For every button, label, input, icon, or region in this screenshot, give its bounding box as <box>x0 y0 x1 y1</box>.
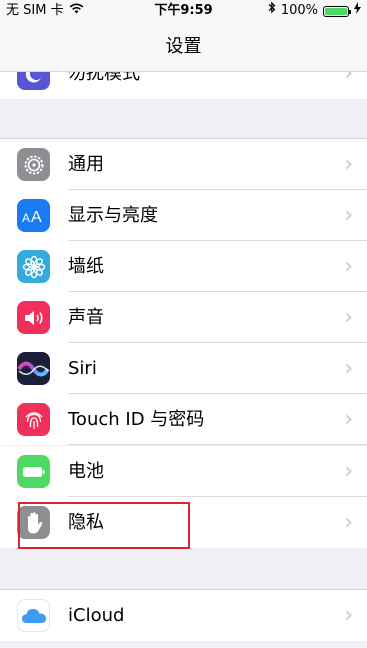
row-label-sounds: 声音 <box>68 307 104 328</box>
charging-icon <box>354 0 361 22</box>
chevron-right-icon: › <box>344 254 353 279</box>
row-divider <box>68 444 367 445</box>
gear-icon <box>17 148 50 181</box>
chevron-right-icon: › <box>344 459 353 484</box>
row-label-siri: Siri <box>68 358 97 379</box>
speaker-icon <box>17 301 50 334</box>
settings-row-touch-id-passcode[interactable]: Touch ID 与密码 › <box>0 394 367 445</box>
chevron-right-icon: › <box>344 305 353 330</box>
chevron-right-icon: › <box>344 603 353 628</box>
settings-row-siri[interactable]: Siri › <box>0 343 367 394</box>
status-right: 100% <box>268 0 361 22</box>
page-title-overlay: 设置 <box>165 36 202 57</box>
siri-icon <box>17 352 50 385</box>
settings-row-battery[interactable]: 电池 › <box>0 446 367 497</box>
chevron-right-icon: › <box>344 510 353 535</box>
battery-percent: 100% <box>280 3 318 18</box>
chevron-right-icon: › <box>344 356 353 381</box>
bluetooth-icon <box>268 0 276 22</box>
settings-row-general[interactable]: 通用 › <box>0 138 367 190</box>
cloud-icon <box>17 599 50 632</box>
flower-icon <box>17 250 50 283</box>
row-label-wallpaper: 墙纸 <box>68 256 104 277</box>
row-label-battery: 电池 <box>68 461 104 482</box>
svg-text:A: A <box>31 209 42 225</box>
settings-row-icloud[interactable]: iCloud › <box>0 589 367 641</box>
nav-bar-overlay: 设置 <box>0 22 367 72</box>
settings-row-wallpaper[interactable]: 墙纸 › <box>0 241 367 292</box>
chevron-right-icon: › <box>344 203 353 228</box>
chevron-right-icon: › <box>344 407 353 432</box>
row-label-touch-id-passcode: Touch ID 与密码 <box>68 409 205 430</box>
settings-row-display-brightness[interactable]: A A 显示与亮度 › <box>0 190 367 241</box>
row-label-icloud: iCloud <box>68 605 125 626</box>
chevron-right-icon: › <box>344 152 353 177</box>
text-size-icon: A A <box>17 199 50 232</box>
status-bar: 无 SIM 卡 下午9:59 100% <box>0 0 367 22</box>
battery-icon <box>17 455 50 488</box>
row-label-general: 通用 <box>68 154 104 175</box>
settings-row-sounds[interactable]: 声音 › <box>0 292 367 343</box>
svg-text:A: A <box>22 211 30 225</box>
fingerprint-icon <box>17 403 50 436</box>
battery-status-icon <box>323 5 351 17</box>
privacy-highlight-box <box>18 502 190 549</box>
row-label-display-brightness: 显示与亮度 <box>68 205 158 226</box>
